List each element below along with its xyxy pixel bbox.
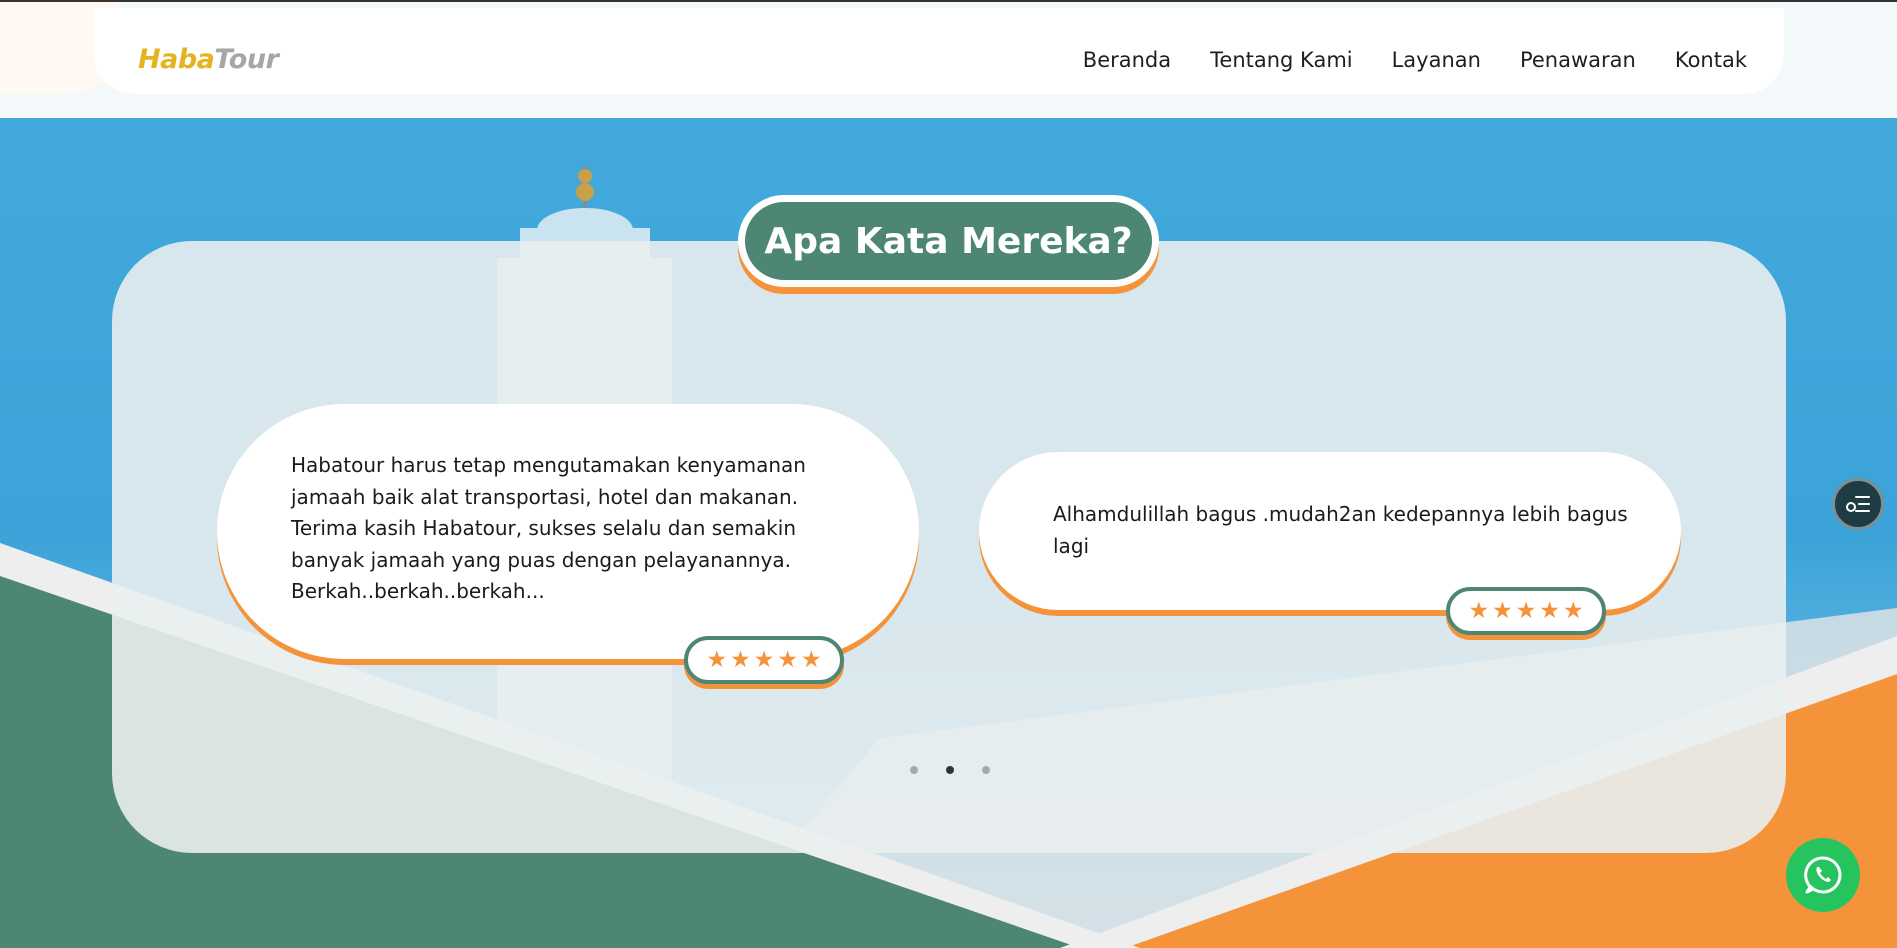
carousel-dot-2[interactable] <box>946 766 954 774</box>
site-logo[interactable]: HabaTour <box>138 44 279 75</box>
logo-part-1: Haba <box>138 44 215 75</box>
nav-link-layanan[interactable]: Layanan <box>1392 48 1481 72</box>
carousel-dot-1[interactable] <box>910 766 918 774</box>
star-icon: ★ <box>753 646 775 673</box>
main-nav: Beranda Tentang Kami Layanan Penawaran K… <box>1083 48 1747 72</box>
side-menu-button[interactable] <box>1832 478 1884 530</box>
testimonial-text-1: Habatour harus tetap mengutamakan kenyam… <box>291 453 806 603</box>
star-icon: ★ <box>1468 597 1490 624</box>
star-icon: ★ <box>1539 597 1560 624</box>
star-icon: ★ <box>1562 597 1584 624</box>
star-icon: ★ <box>777 646 798 673</box>
testimonials-section: Apa Kata Mereka? Habatour harus tetap me… <box>0 118 1897 948</box>
site-header: HabaTour Beranda Tentang Kami Layanan Pe… <box>0 2 1897 118</box>
whatsapp-icon <box>1804 856 1842 894</box>
whatsapp-button[interactable] <box>1786 838 1860 912</box>
nav-link-beranda[interactable]: Beranda <box>1083 48 1171 72</box>
logo-part-2: Tour <box>214 44 279 75</box>
star-icon: ★ <box>730 646 751 673</box>
rating-badge-1: ★ ★ ★ ★ ★ <box>684 636 844 684</box>
testimonial-text-2: Alhamdulillah bagus .mudah2an kedepannya… <box>1053 502 1628 558</box>
section-title: Apa Kata Mereka? <box>764 220 1133 262</box>
star-icon: ★ <box>1515 597 1537 624</box>
rating-badge-2: ★ ★ ★ ★ ★ <box>1446 587 1606 635</box>
nav-link-tentang-kami[interactable]: Tentang Kami <box>1210 48 1352 72</box>
star-icon: ★ <box>706 646 728 673</box>
nav-link-penawaran[interactable]: Penawaran <box>1520 48 1636 72</box>
list-settings-icon <box>1846 496 1870 512</box>
nav-link-kontak[interactable]: Kontak <box>1675 48 1747 72</box>
carousel-dot-3[interactable] <box>982 766 990 774</box>
section-title-badge: Apa Kata Mereka? <box>738 195 1159 287</box>
carousel-pagination <box>910 766 990 774</box>
testimonial-card-1: Habatour harus tetap mengutamakan kenyam… <box>217 404 919 659</box>
star-icon: ★ <box>1492 597 1513 624</box>
star-icon: ★ <box>800 646 822 673</box>
